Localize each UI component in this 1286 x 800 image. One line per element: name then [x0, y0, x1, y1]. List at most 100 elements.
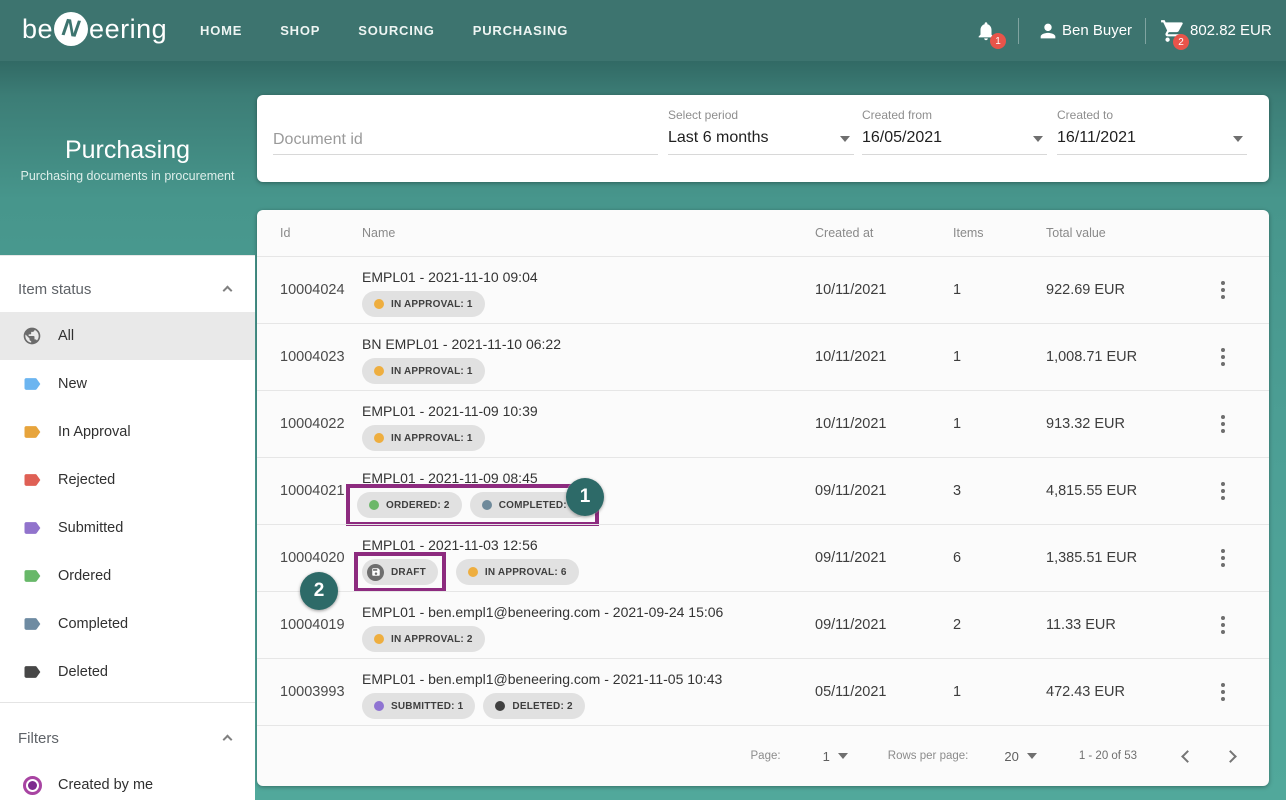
created-to-select[interactable]: Created to 16/11/2021 — [1057, 108, 1247, 155]
row-actions-menu-button[interactable] — [1215, 677, 1231, 707]
status-chip: IN APPROVAL: 6 — [455, 559, 579, 585]
table-row[interactable]: 10004023 BN EMPL01 - 2021-11-10 06:22 IN… — [257, 323, 1269, 390]
item-status-section-header[interactable]: Item status — [0, 266, 255, 312]
sidebar-item-all[interactable]: All — [0, 312, 255, 360]
filters-title: Filters — [18, 729, 59, 747]
item-status-list: All New In Approval Rejected Submitted O… — [0, 312, 255, 696]
page-select[interactable]: 1 — [823, 749, 848, 764]
navbar-divider — [1018, 18, 1019, 44]
logo-text-left: be — [22, 13, 54, 44]
sidebar-item-created-by-me[interactable]: Created by me — [0, 761, 255, 800]
logo-text-right: eering — [89, 13, 168, 44]
table-row[interactable]: 10004019 EMPL01 - ben.empl1@beneering.co… — [257, 591, 1269, 658]
user-name[interactable]: Ben Buyer — [1062, 0, 1132, 61]
table-pagination: Page: 1 Rows per page: 20 1 - 20 of 53 — [257, 725, 1269, 786]
cell-created-at: 10/11/2021 — [815, 282, 887, 298]
row-actions-menu-button[interactable] — [1215, 275, 1231, 305]
sidebar-item-submitted[interactable]: Submitted — [0, 504, 255, 552]
status-chip: IN APPROVAL: 2 — [362, 626, 485, 652]
row-actions-menu-button[interactable] — [1215, 543, 1231, 573]
main-nav-menu: HOME SHOP SOURCING PURCHASING — [200, 0, 568, 61]
label-icon — [24, 618, 41, 630]
chevron-down-icon — [1026, 753, 1037, 759]
cell-name: EMPL01 - ben.empl1@beneering.com - 2021-… — [362, 659, 815, 725]
chevron-down-icon — [840, 136, 850, 142]
cell-created-at: 10/11/2021 — [815, 416, 887, 432]
document-id-input[interactable] — [273, 125, 658, 155]
annotation-highlight-box: DRAFT — [354, 552, 446, 592]
nav-item-purchasing[interactable]: PURCHASING — [473, 23, 568, 38]
sidebar-divider — [0, 702, 255, 703]
status-dot-icon — [374, 299, 384, 309]
user-account-button[interactable] — [1037, 0, 1059, 61]
label-icon — [24, 666, 41, 678]
cell-name: EMPL01 - ben.empl1@beneering.com - 2021-… — [362, 592, 815, 658]
status-chip: SUBMITTED: 1 — [362, 693, 476, 719]
status-chip: IN APPROVAL: 1 — [362, 291, 485, 317]
cell-id: 10004024 — [280, 282, 345, 298]
column-header: Id — [280, 226, 291, 240]
status-chip: IN APPROVAL: 1 — [362, 358, 485, 384]
cell-id: 10004023 — [280, 349, 345, 365]
chevron-up-icon — [222, 285, 233, 296]
status-dot-icon — [481, 500, 492, 510]
cell-total-value: 472.43 EUR — [1046, 684, 1125, 700]
row-actions-menu-button[interactable] — [1215, 342, 1231, 372]
cell-total-value: 1,385.51 EUR — [1046, 550, 1138, 566]
page-title: Purchasing — [64, 136, 191, 164]
sidebar-item-in-approval[interactable]: In Approval — [0, 408, 255, 456]
search-filter-bar: Select period Last 6 months Created from… — [257, 95, 1269, 182]
status-chip: DRAFT — [362, 559, 438, 585]
column-header: Name — [362, 226, 396, 240]
table-row[interactable]: 10004024 EMPL01 - 2021-11-10 09:04 IN AP… — [257, 256, 1269, 323]
cell-items: 2 — [953, 617, 962, 633]
sidebar-item-deleted[interactable]: Deleted — [0, 648, 255, 696]
cart-button[interactable] — [1160, 0, 1186, 61]
beneering-logo[interactable]: be N eering — [22, 12, 167, 46]
row-actions-menu-button[interactable] — [1215, 476, 1231, 506]
rows-per-page-select[interactable]: 20 — [1004, 749, 1037, 764]
status-chip-row: IN APPROVAL: 1 — [362, 425, 815, 451]
sidebar-item-ordered[interactable]: Ordered — [0, 552, 255, 600]
chevron-left-icon — [1181, 749, 1194, 763]
cell-items: 1 — [953, 349, 962, 365]
document-name: BN EMPL01 - 2021-11-10 06:22 — [362, 336, 561, 352]
table-row[interactable]: 10004020 EMPL01 - 2021-11-03 12:56 DRAFT… — [257, 524, 1269, 610]
table-row[interactable]: 10003993 EMPL01 - ben.empl1@beneering.co… — [257, 658, 1269, 725]
cell-name: EMPL01 - 2021-11-09 10:39 IN APPROVAL: 1 — [362, 391, 815, 457]
cell-created-at: 09/11/2021 — [815, 617, 887, 633]
navbar-divider — [1145, 18, 1146, 44]
sidebar-item-rejected[interactable]: Rejected — [0, 456, 255, 504]
page-subtitle: Purchasing documents in procurement — [20, 169, 235, 183]
notifications-bell-button[interactable] — [975, 0, 997, 61]
label-icon — [24, 522, 41, 534]
status-dot-icon — [374, 634, 384, 644]
nav-item-shop[interactable]: SHOP — [280, 23, 320, 38]
row-actions-menu-button[interactable] — [1215, 409, 1231, 439]
table-body: 10004024 EMPL01 - 2021-11-10 09:04 IN AP… — [257, 256, 1269, 725]
next-page-button[interactable] — [1220, 746, 1241, 767]
document-name: EMPL01 - ben.empl1@beneering.com - 2021-… — [362, 671, 723, 687]
cell-total-value: 1,008.71 EUR — [1046, 349, 1138, 365]
filter-sidebar: Item status All New In Approval Rejected… — [0, 255, 255, 800]
nav-item-home[interactable]: HOME — [200, 23, 242, 38]
sidebar-item-completed[interactable]: Completed — [0, 600, 255, 648]
previous-page-button[interactable] — [1177, 746, 1198, 767]
row-actions-menu-button[interactable] — [1215, 610, 1231, 640]
table-row[interactable]: 10004021 EMPL01 - 2021-11-09 08:45 ORDER… — [257, 457, 1269, 526]
cell-created-at: 10/11/2021 — [815, 349, 887, 365]
cell-name: EMPL01 - 2021-11-10 09:04 IN APPROVAL: 1 — [362, 257, 815, 323]
table-row[interactable]: 10004022 EMPL01 - 2021-11-09 10:39 IN AP… — [257, 390, 1269, 457]
chevron-down-icon — [1233, 136, 1243, 142]
status-chip-row: IN APPROVAL: 1 — [362, 358, 815, 384]
period-select[interactable]: Select period Last 6 months — [668, 108, 854, 155]
filters-section-header[interactable]: Filters — [0, 715, 255, 761]
cell-id: 10004022 — [280, 416, 345, 432]
period-label: Select period — [668, 108, 739, 122]
document-name: EMPL01 - 2021-11-10 09:04 — [362, 269, 538, 285]
cart-total[interactable]: 802.82 EUR — [1190, 0, 1272, 61]
sidebar-item-new[interactable]: New — [0, 360, 255, 408]
created-from-select[interactable]: Created from 16/05/2021 — [862, 108, 1047, 155]
item-status-title: Item status — [18, 280, 92, 298]
nav-item-sourcing[interactable]: SOURCING — [358, 23, 434, 38]
